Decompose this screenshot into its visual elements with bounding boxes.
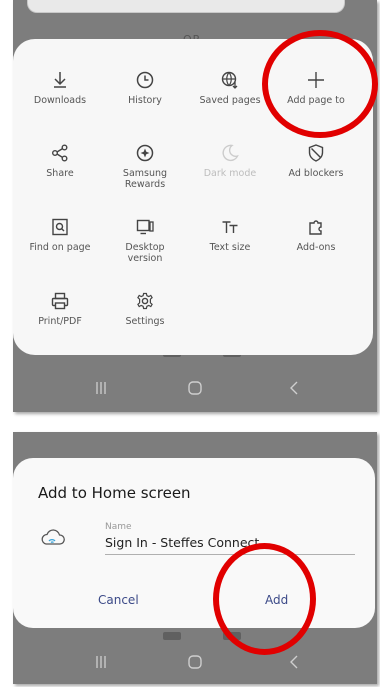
gear-icon [137,292,153,310]
globe-download-icon [221,71,238,89]
menu-item-label: Add-ons [296,242,336,253]
menu-item-label: Settings [125,316,165,327]
menu-item-downloads[interactable]: Downloads [17,70,103,106]
moon-icon [222,144,239,162]
menu-item-label: Find on page [29,242,91,253]
cancel-button[interactable]: Cancel [98,593,139,607]
printer-icon [51,292,69,310]
puzzle-icon [309,220,322,235]
menu-item-print-pdf[interactable]: Print/PDF [17,291,103,327]
clock-icon [136,71,154,89]
menu-item-label: Downloads [33,95,87,106]
name-input-underline [105,554,355,555]
download-icon [54,72,66,88]
recent-apps-icon[interactable] [91,653,111,671]
menu-item-label: Print/PDF [38,316,82,327]
menu-item-history[interactable]: History [102,70,188,106]
menu-item-settings[interactable]: Settings [102,291,188,327]
menu-item-dark-mode: Dark mode [187,143,273,179]
menu-item-label: Saved pages [199,95,261,106]
shield-icon [308,144,324,162]
menu-item-find-on-page[interactable]: Find on page [17,217,103,253]
find-icon [52,218,68,236]
menu-item-label: Dark mode [203,168,257,179]
add-to-home-dialog: Add to Home screen Name Sign In - Steffe… [13,458,375,628]
android-nav-bar [13,638,377,684]
menu-item-ad-blockers[interactable]: Ad blockers [273,143,359,179]
share-icon [52,144,68,162]
home-icon[interactable] [185,653,205,671]
name-input[interactable]: Sign In - Steffes Connect [105,535,259,550]
desktop-icon [136,219,154,235]
home-icon[interactable] [185,379,205,397]
address-bar-peek [27,0,345,13]
menu-item-label: Ad blockers [288,168,344,179]
dialog-title: Add to Home screen [38,484,191,502]
highlight-circle-add-page-to [262,30,378,138]
menu-item-label: Samsung Rewards [122,168,168,190]
menu-item-saved-pages[interactable]: Saved pages [187,70,273,106]
rewards-icon [136,144,154,162]
menu-item-samsung-rewards[interactable]: Samsung Rewards [102,143,188,190]
menu-item-label: Text size [209,242,251,253]
name-field-label: Name [105,522,132,532]
highlight-circle-add-button [213,543,316,655]
menu-item-share[interactable]: Share [17,143,103,179]
menu-item-label: History [128,95,162,106]
cloud-icon [41,529,65,545]
menu-item-label: Desktop version [125,242,165,264]
back-icon[interactable] [284,653,304,671]
menu-item-desktop-version[interactable]: Desktop version [102,217,188,264]
menu-item-label: Share [46,168,74,179]
menu-item-add-ons[interactable]: Add-ons [273,217,359,253]
android-nav-bar [13,364,377,412]
add-to-home-dialog-screenshot: Add to Home screen Name Sign In - Steffe… [13,432,377,684]
recent-apps-icon[interactable] [91,379,111,397]
back-icon[interactable] [284,379,304,397]
menu-item-text-size[interactable]: Text size [187,217,273,253]
text-size-icon [222,221,238,233]
